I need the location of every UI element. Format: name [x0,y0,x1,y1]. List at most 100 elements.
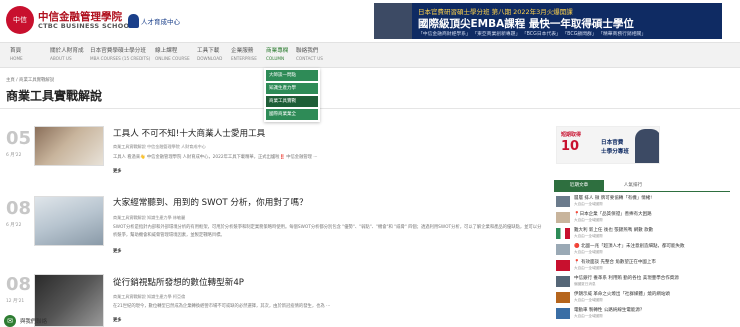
talent-center-label: 人才育成中心 [141,18,180,26]
nav-sublabel: ONLINE COURSE [155,56,190,61]
sidebar-thumb [556,292,570,303]
sidebar-thumb [556,308,570,319]
banner-headline: 國際級頂尖EMBA課程 最快一年取得碩士學位 [418,18,634,30]
sidebar-article-source: 大自由一全域國際 [574,266,603,270]
nav-label: 聯絡我們 [296,48,319,54]
side-ad-portrait [635,129,659,163]
nav-sublabel: HOME [10,56,23,61]
emba-banner-ad[interactable]: 日本官費研習碩士學分班 第八期 2022年3月火爆開課 國際級頂尖EMBA課程 … [374,3,722,39]
sidebar-ad[interactable]: 短期取得 10 日本官費 士學分專班 [556,126,660,164]
nav-sublabel: CONTACT US [296,56,323,61]
article-month: 6 月'22 [6,153,22,158]
nav-sublabel: MBA COURSES (15 CREDITS) [90,56,151,61]
banner-portrait [374,3,412,39]
article-day: 08 [6,274,32,295]
tab-popular[interactable]: 人氣排行 [606,180,660,191]
nav-label: 關於人財育成 [50,48,84,54]
article-excerpt: SWOT分析是指針內部和外部環境分析的有用框架，可用於分析競爭和制定業務策略時使… [113,225,542,238]
sidebar-thumb [556,244,570,255]
thumbnail-image [35,127,103,165]
nav-home[interactable]: 首頁 HOME [10,48,23,62]
read-more-link[interactable]: 更多 [113,168,121,174]
sidebar-article-source: 大自由一全域國際 [574,202,603,206]
article-meta: 商業工具實戰解說 知識生產力學 柯亞倫 [113,294,186,299]
side-ad-number: 10 [561,139,580,154]
nav-enterprise[interactable]: 企業服務 ENTERPRISE [231,48,257,62]
nav-contact[interactable]: 聯絡我們 CONTACT US [296,48,323,62]
read-more-link[interactable]: 更多 [113,248,121,254]
sidebar-article-title[interactable]: 伊朗示威 革命之火燎出「社群媒體」燒的網站頭 [574,291,728,297]
sidebar-article[interactable]: 📍 有效面談 先整合 角數望正在中國上市 大自由一全域國際 [556,259,728,273]
sidebar-article-source: 大自由一全域國際 [574,314,603,318]
sidebar-article[interactable]: 難大利 新上任 後也 張錦燕嗎 網數 款數 大自由一全域國際 [556,227,728,241]
sidebar-tabs: 近期文章 人氣排行 [554,180,730,191]
dropdown-item[interactable]: 大師談一問點 [266,70,318,81]
article-item: 05 6 月'22 工具人 不可不知!十大商業人士愛用工具 商業工具實戰解說 中… [0,124,540,184]
sidebar-article-source: 大自由一全域國際 [574,250,603,254]
side-ad-line3b: 士學分專班 [601,149,629,155]
nav-download[interactable]: 工具下載 DOWNLOAD [197,48,222,62]
breadcrumb[interactable]: 主頁 / 商業工具實戰解說 [6,77,54,83]
sidebar-article-title[interactable]: 電動車 製轉性 公路純線生電能源？ [574,307,728,313]
sidebar-article[interactable]: 電動車 製轉性 公路純線生電能源？ 大自由一全域國際 [556,307,728,321]
nav-online-course[interactable]: 線上課程 ONLINE COURSE [155,48,190,62]
article-excerpt: 工具人 看過來👋 中信金融管理學院 人財育成中心，2022年工具下載精華，正式出… [113,155,318,160]
logo-badge[interactable]: 中信 [6,6,34,34]
sidebar-thumb [556,196,570,207]
divider [0,108,740,109]
sidebar-article-title[interactable]: 🔴 北國一兆「超頂人才」未注意創造細點，都可能失敗 [574,243,728,249]
sidebar-article-title[interactable]: 📍 有效面談 先整合 角數望正在中國上市 [574,259,728,265]
article-month: 12 月'21 [6,299,25,304]
nav-label: 工具下載 [197,48,220,54]
sidebar-thumb [556,260,570,271]
chat-label: 與我們聯絡 [20,318,47,325]
side-ad-line3a: 日本官費 [601,140,624,146]
nav-column[interactable]: 商業專欄 COLUMN [266,48,288,62]
article-item: 08 6 月'22 大家經常聽到、用到的 SWOT 分析，你用對了嗎？ 商業工具… [0,196,542,266]
nav-label: 首頁 [10,48,22,54]
nav-label: 線上課程 [155,48,178,54]
dropdown-item-selected[interactable]: 商業工具實戰 [266,96,318,107]
sidebar-article[interactable]: 中信銀行 養革系 利用賄 勤的各拉 美現豐學合作資源 偏國夏日消息 [556,275,728,289]
article-title[interactable]: 工具人 不可不知!十大商業人士愛用工具 [113,127,265,139]
sidebar-article-source: 大自由一全域國際 [574,298,603,302]
sidebar-article-title[interactable]: 中信銀行 養革系 利用賄 勤的各拉 美現豐學合作資源 [574,275,728,281]
sidebar-article[interactable]: 層層 排人 微 牌可要協轉「有機」情緒! 大自由一全域國際 [556,195,728,209]
person-icon [128,14,139,28]
sidebar-article-source: 大自由一全域國際 [574,234,603,238]
article-month: 6 月'22 [6,223,22,228]
sidebar-article[interactable]: 📍日本企業「品質保證」善捧有大困路 大自由一全域國際 [556,211,728,225]
nav-sublabel: COLUMN [266,56,285,61]
article-thumbnail[interactable] [34,126,104,166]
sidebar-article[interactable]: 伊朗示威 革命之火燎出「社群媒體」燒的網站頭 大自由一全域國際 [556,291,728,305]
sidebar-article-title[interactable]: 層層 排人 微 牌可要協轉「有機」情緒! [574,195,728,201]
talent-center-logo[interactable]: 人才育成中心 [128,13,180,29]
tab-recent[interactable]: 近期文章 [554,180,604,191]
article-meta: 商業工具實戰解說 知識生產力學 林敏麗 [113,215,186,220]
article-thumbnail[interactable] [34,196,104,246]
sidebar-thumb [556,228,570,239]
logo-english-name[interactable]: CTBC BUSINESS SCHOOL [38,22,134,30]
article-title[interactable]: 大家經常聽到、用到的 SWOT 分析，你用對了嗎？ [113,196,308,208]
sidebar-article-title[interactable]: 難大利 新上任 後也 張錦燕嗎 網數 款數 [574,227,728,233]
nav-label: 日本官費學碩士學分班 [90,48,146,54]
article-title[interactable]: 從行銷視點所發想的數位轉型新4P [113,276,244,288]
sidebar-article-title[interactable]: 📍日本企業「品質保證」善捧有大困路 [574,211,728,217]
article-excerpt: 在21世紀的現今，數位轉型已然成為企業轉換經營市場不可或缺的必然選擇，其次，由於… [113,304,331,309]
dropdown-item[interactable]: 知識生產力學 [266,83,318,94]
dropdown-item[interactable]: 國際商業業全 [266,109,318,120]
nav-mba-courses[interactable]: 日本官費學碩士學分班 MBA COURSES (15 CREDITS) [90,48,150,62]
sidebar-article[interactable]: 🔴 北國一兆「超頂人才」未注意創造細點，都可能失敗 大自由一全域國際 [556,243,728,257]
sidebar-article-source: 大自由一全域國際 [574,218,603,222]
contact-chat-widget[interactable]: ✉ 與我們聯絡 [4,314,84,327]
side-ad-line1: 短期取得 [561,132,582,138]
nav-sublabel: DOWNLOAD [197,56,223,61]
nav-label: 企業服務 [231,48,254,54]
banner-tags: 「中信金融商財經學系」 「東亞商業創新專題」 「BCG日本代表」 「BCG顧問群… [418,32,647,37]
read-more-link[interactable]: 更多 [113,317,121,323]
side-ad-line3: 日本官費 士學分專班 [601,139,629,157]
nav-about[interactable]: 關於人財育成 ABOUT US [50,48,84,62]
article-day: 05 [6,128,32,149]
page-root: 中信 中信金融管理學院 CTBC BUSINESS SCHOOL 人才育成中心 … [0,0,740,327]
sidebar-thumb [556,212,570,223]
